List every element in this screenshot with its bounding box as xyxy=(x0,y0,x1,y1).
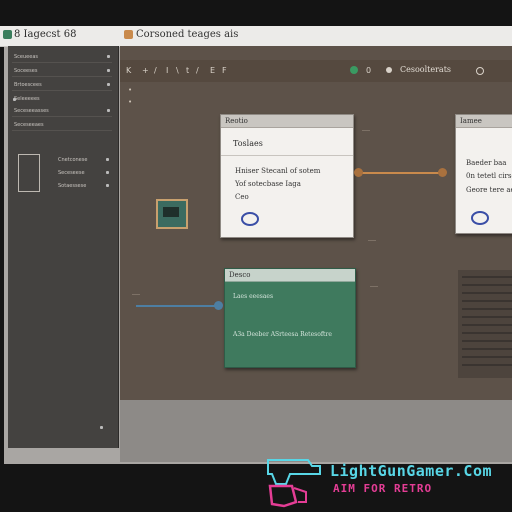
image-preview xyxy=(163,207,179,217)
sidebar-item[interactable]: Seceseeasses xyxy=(14,108,49,114)
sidebar-item[interactable]: Brtoescees xyxy=(14,82,42,88)
title-bar xyxy=(0,26,512,47)
grille-line xyxy=(462,348,512,350)
sidebar-group-item[interactable]: Seceseese xyxy=(58,170,85,176)
grille-line xyxy=(462,340,512,342)
grid-dash xyxy=(132,294,140,295)
grille-line xyxy=(462,356,512,358)
toolbar-glyph[interactable]: K xyxy=(126,66,131,75)
node-line: Ceo xyxy=(235,193,249,201)
sidebar-more-icon[interactable] xyxy=(107,55,110,58)
node-card-right[interactable]: Iamee Baeder baa 0n tetetl cirseo Geore … xyxy=(455,114,512,234)
sidebar-item[interactable]: Sceueeas xyxy=(14,54,38,60)
divider xyxy=(12,116,112,117)
grille-line xyxy=(462,300,512,302)
app-logo-icon xyxy=(3,30,12,39)
ruler-mark: • xyxy=(128,86,133,94)
toolbar-glyph[interactable]: F xyxy=(222,66,227,75)
lightgun-logo-icon xyxy=(267,459,321,508)
divider xyxy=(12,62,112,63)
search-icon[interactable] xyxy=(476,67,484,75)
node-header[interactable]: Desco xyxy=(225,269,355,282)
radio-icon[interactable] xyxy=(471,211,489,225)
node-line: A3a Deeber ASrteesa Retesoftre xyxy=(233,331,332,338)
divider xyxy=(12,130,112,131)
bullet-icon xyxy=(13,98,16,101)
status-indicator-icon xyxy=(350,66,358,74)
sidebar-more-icon[interactable] xyxy=(106,184,109,187)
node-line: Yof sotecbase Iaga xyxy=(235,180,301,188)
grid-dash xyxy=(370,286,378,287)
input-port[interactable] xyxy=(214,301,223,310)
connection-wire[interactable] xyxy=(358,172,444,174)
grille-line xyxy=(462,332,512,334)
sidebar-more-icon[interactable] xyxy=(107,109,110,112)
toolbar-glyph[interactable]: E xyxy=(210,66,215,75)
sidebar xyxy=(8,46,119,448)
node-title: Toslaes xyxy=(233,139,263,148)
toolbar-glyph[interactable]: I xyxy=(166,66,168,75)
toolbar-label[interactable]: Cesoolterats xyxy=(400,65,451,74)
sidebar-item[interactable]: Seceseeaes xyxy=(14,122,44,128)
group-bracket-icon xyxy=(18,154,40,192)
sidebar-more-icon[interactable] xyxy=(106,171,109,174)
node-line: Baeder baa xyxy=(466,159,507,167)
node-line: Hniser Stecanl of sotem xyxy=(235,167,321,175)
sidebar-more-icon[interactable] xyxy=(107,69,110,72)
grille-line xyxy=(462,308,512,310)
node-card[interactable]: Reotio Toslaes Hniser Stecanl of sotem Y… xyxy=(220,114,354,238)
watermark-subtitle: AIM FOR RETRO xyxy=(333,482,433,495)
toolbar-glyph[interactable]: + xyxy=(142,66,149,75)
node-card-green[interactable]: Desco Laes eeesaes A3a Deeber ASrteesa R… xyxy=(224,268,356,368)
toolbar-glyph[interactable]: / xyxy=(154,66,157,75)
grille-line xyxy=(462,324,512,326)
input-port[interactable] xyxy=(438,168,447,177)
output-port[interactable] xyxy=(354,168,363,177)
watermark-title: LightGunGamer.Com xyxy=(330,462,493,480)
radio-icon[interactable] xyxy=(241,212,259,226)
sidebar-more-icon[interactable] xyxy=(107,83,110,86)
divider xyxy=(221,155,353,156)
grille-line xyxy=(462,284,512,286)
grille-line xyxy=(462,276,512,278)
sidebar-more-icon[interactable] xyxy=(106,158,109,161)
settings-icon[interactable] xyxy=(386,67,392,73)
sidebar-group-item[interactable]: Sotaessese xyxy=(58,183,86,189)
connection-wire[interactable] xyxy=(136,305,222,307)
grille-line xyxy=(462,316,512,318)
toolbar-glyph[interactable]: \ xyxy=(176,66,179,75)
divider xyxy=(12,90,112,91)
folder-icon[interactable] xyxy=(124,30,133,39)
grid-dash xyxy=(362,130,370,131)
toolbar-glyph[interactable]: / xyxy=(196,66,199,75)
grille-line xyxy=(462,292,512,294)
sidebar-item[interactable]: Seleeeees xyxy=(14,96,40,102)
sidebar-item[interactable]: Soceeses xyxy=(14,68,37,74)
node-header[interactable]: Reotio xyxy=(221,115,353,128)
ruler-mark: • xyxy=(128,98,133,106)
window-title: 8 Iagecst 68 xyxy=(14,29,77,40)
sidebar-footer-icon[interactable] xyxy=(100,426,103,429)
toolbar-status-label: 0 xyxy=(366,66,372,75)
grid-dash xyxy=(368,240,376,241)
node-line: 0n tetetl cirseo xyxy=(466,172,512,180)
node-header[interactable]: Iamee xyxy=(456,115,512,128)
toolbar-glyph[interactable]: t xyxy=(186,66,189,75)
divider xyxy=(12,76,112,77)
tab-title[interactable]: Corsoned teages ais xyxy=(136,29,238,40)
node-line: Geore tere aeaye xyxy=(466,186,512,194)
node-line: Laes eeesaes xyxy=(233,293,274,300)
grille-line xyxy=(462,364,512,366)
sidebar-group-item[interactable]: Cnetconese xyxy=(58,157,87,163)
